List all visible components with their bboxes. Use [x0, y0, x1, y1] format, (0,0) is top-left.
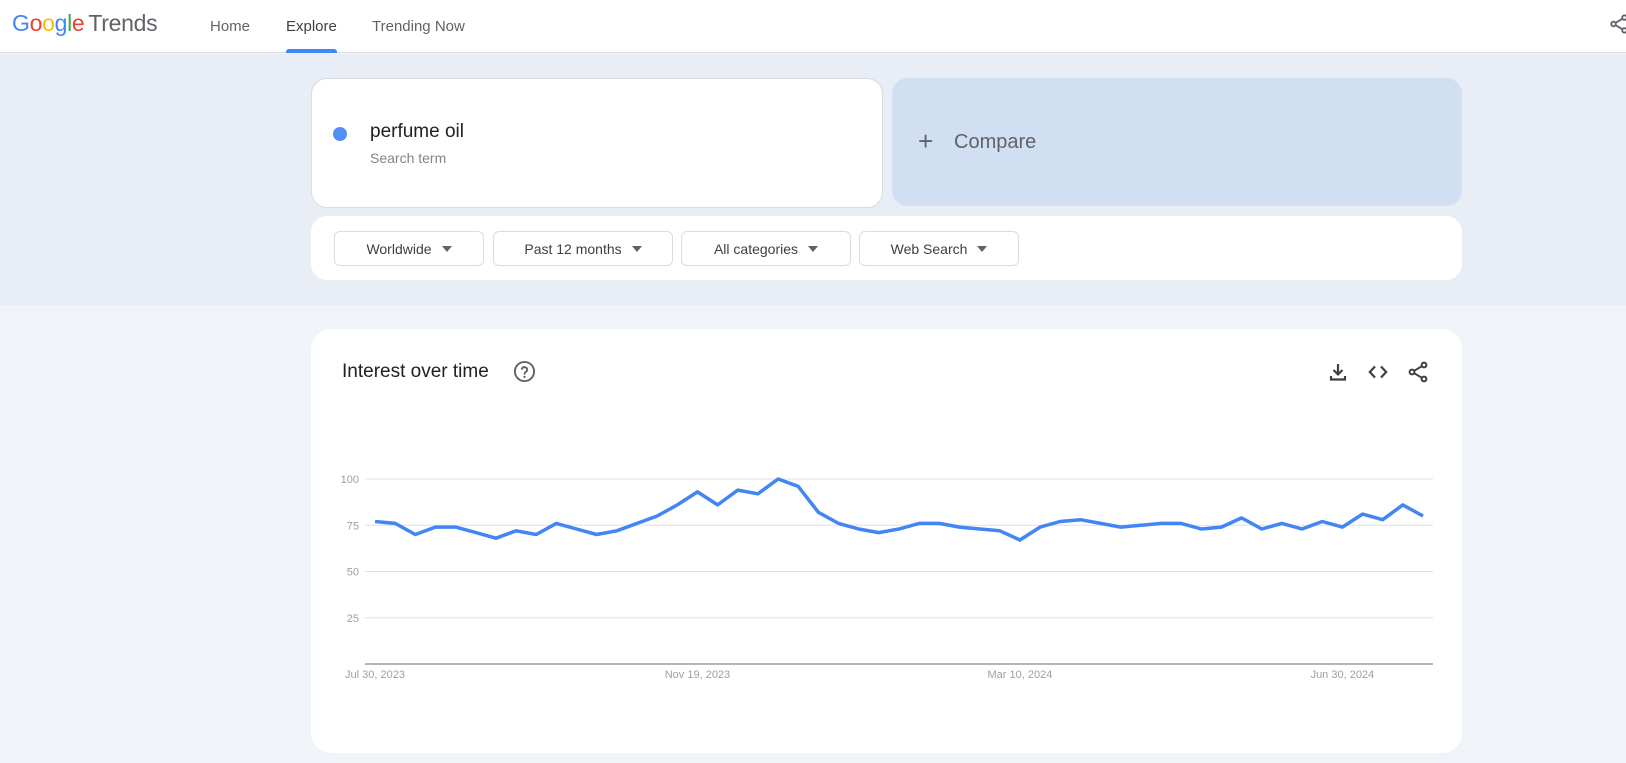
nav-trending-now[interactable]: Trending Now	[372, 0, 465, 53]
search-term-card[interactable]: perfume oil Search term	[311, 78, 883, 208]
search-term-type: Search term	[370, 150, 447, 166]
category-filter-label: All categories	[713, 240, 799, 257]
filter-bar: Worldwide Past 12 months All categories …	[311, 216, 1462, 280]
logo-letter: G	[12, 10, 30, 36]
interest-over-time-card: Interest over time	[311, 329, 1462, 753]
chart-title: Interest over time	[342, 361, 489, 382]
plus-icon: +	[918, 126, 934, 156]
caret-down-icon	[977, 245, 988, 252]
compare-button[interactable]: + Compare	[892, 78, 1462, 206]
embed-code-icon[interactable]	[1366, 360, 1390, 384]
search-type-filter[interactable]: Web Search	[859, 231, 1019, 266]
search-type-filter-label: Web Search	[890, 240, 968, 257]
google-trends-logo[interactable]: Google Trends	[12, 10, 158, 37]
caret-down-icon	[631, 245, 642, 252]
logo-letter: o	[42, 10, 55, 36]
download-icon[interactable]	[1326, 360, 1350, 384]
share-icon[interactable]	[1406, 360, 1430, 384]
region-filter-label: Worldwide	[366, 240, 432, 257]
caret-down-icon	[441, 245, 452, 252]
time-range-filter-label: Past 12 months	[524, 240, 622, 257]
compare-label: Compare	[954, 131, 1037, 153]
time-range-filter[interactable]: Past 12 months	[493, 231, 673, 266]
nav-explore[interactable]: Explore	[286, 0, 337, 53]
top-app-bar: Google Trends Home Explore Trending Now	[0, 0, 1626, 53]
logo-product-name: Trends	[88, 10, 158, 36]
region-filter[interactable]: Worldwide	[334, 231, 484, 266]
logo-letter: o	[29, 10, 43, 36]
nav-home[interactable]: Home	[210, 0, 250, 53]
help-circle-icon[interactable]	[513, 360, 536, 383]
category-filter[interactable]: All categories	[681, 231, 851, 266]
search-term-name[interactable]: perfume oil	[370, 121, 464, 143]
caret-down-icon	[808, 245, 819, 252]
term-color-dot	[333, 127, 347, 141]
logo-letter: e	[71, 10, 85, 36]
logo-letter: g	[54, 10, 68, 36]
share-icon[interactable]	[1608, 13, 1626, 35]
